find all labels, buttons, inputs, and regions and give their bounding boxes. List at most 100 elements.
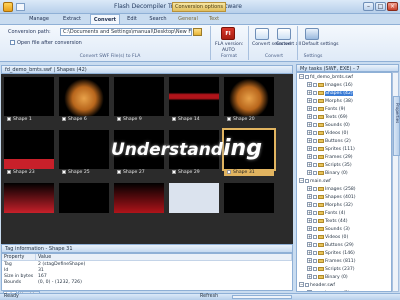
tree-item[interactable]: + Fonts (4) bbox=[307, 210, 345, 218]
tree-file-node[interactable]: − fd_demo_bmts.swf bbox=[299, 74, 353, 82]
properties-side-tab[interactable]: Properties bbox=[393, 96, 400, 156]
expand-icon[interactable]: + bbox=[307, 250, 312, 255]
expand-icon[interactable]: + bbox=[307, 258, 312, 263]
tree-item[interactable]: + Binary (0) bbox=[307, 170, 348, 178]
tree-checkbox[interactable] bbox=[313, 274, 317, 279]
expand-icon[interactable]: + bbox=[307, 170, 312, 175]
tree-file-node[interactable]: − header.swf bbox=[299, 282, 335, 290]
browse-folder-icon[interactable] bbox=[193, 28, 202, 36]
tree-checkbox[interactable] bbox=[313, 90, 317, 95]
tree-item[interactable]: + Fonts (9) bbox=[307, 106, 345, 114]
tree-checkbox[interactable] bbox=[305, 74, 309, 79]
zoom-slider[interactable] bbox=[232, 295, 292, 299]
shape-checkbox[interactable] bbox=[227, 116, 231, 121]
tab-manage[interactable]: Manage bbox=[24, 14, 54, 24]
tree-checkbox[interactable] bbox=[313, 226, 317, 231]
expand-icon[interactable]: + bbox=[307, 138, 312, 143]
expand-icon[interactable]: + bbox=[307, 146, 312, 151]
shape-checkbox[interactable] bbox=[62, 116, 66, 121]
shape-thumbnail[interactable]: Shape 23 bbox=[4, 130, 54, 177]
expand-icon[interactable]: + bbox=[307, 234, 312, 239]
tree-item[interactable]: + Scripts (237) bbox=[307, 266, 355, 274]
expand-icon[interactable]: + bbox=[307, 290, 312, 291]
tree-item[interactable]: + Frames (29) bbox=[307, 154, 353, 162]
shape-checkbox[interactable] bbox=[7, 116, 11, 121]
tree-checkbox[interactable] bbox=[313, 202, 317, 207]
expand-icon[interactable]: + bbox=[307, 194, 312, 199]
expand-icon[interactable]: + bbox=[307, 210, 312, 215]
expand-icon[interactable]: + bbox=[307, 154, 312, 159]
shape-thumbnail[interactable] bbox=[114, 183, 164, 213]
tree-item[interactable]: + Morphs (32) bbox=[307, 202, 353, 210]
collapse-icon[interactable]: − bbox=[299, 178, 304, 183]
table-header-property[interactable]: Property bbox=[2, 254, 36, 261]
tree-item[interactable]: + Shapes (42) bbox=[307, 90, 353, 98]
context-tab-conversion-options[interactable]: Conversion options bbox=[172, 2, 226, 12]
tree-checkbox[interactable] bbox=[313, 162, 317, 167]
convert-all-icon[interactable] bbox=[277, 28, 291, 40]
expand-icon[interactable]: + bbox=[307, 266, 312, 271]
expand-icon[interactable]: + bbox=[307, 242, 312, 247]
collapse-icon[interactable]: − bbox=[299, 74, 304, 79]
tree-item[interactable]: + Sounds (0) bbox=[307, 122, 350, 130]
maximize-button[interactable]: □ bbox=[375, 2, 386, 11]
convert-selected-icon[interactable] bbox=[255, 28, 269, 40]
default-settings-button[interactable]: Default settings bbox=[302, 42, 339, 47]
expand-icon[interactable]: + bbox=[307, 122, 312, 127]
tree-checkbox[interactable] bbox=[305, 282, 309, 287]
expand-icon[interactable]: + bbox=[307, 82, 312, 87]
tab-edit[interactable]: Edit bbox=[122, 14, 142, 24]
tree-checkbox[interactable] bbox=[305, 178, 309, 183]
tree-item[interactable]: + Shapes (401) bbox=[307, 194, 356, 202]
tree-item[interactable]: + Texts (69) bbox=[307, 114, 348, 122]
tree-item[interactable]: + Buttons (2) bbox=[307, 138, 351, 146]
tree-item[interactable]: + Images (258) bbox=[307, 186, 356, 194]
tree-checkbox[interactable] bbox=[313, 122, 317, 127]
expand-icon[interactable]: + bbox=[307, 130, 312, 135]
tree-checkbox[interactable] bbox=[313, 170, 317, 175]
tab-extract[interactable]: Extract bbox=[58, 14, 86, 24]
shape-thumbnail[interactable] bbox=[59, 183, 109, 213]
tree-checkbox[interactable] bbox=[313, 194, 317, 199]
tree-item[interactable]: + Binary (0) bbox=[307, 274, 348, 282]
tree-item[interactable]: + Frames (811) bbox=[307, 258, 356, 266]
table-header-value[interactable]: Value bbox=[36, 254, 292, 261]
expand-icon[interactable]: + bbox=[307, 90, 312, 95]
app-menu-button[interactable] bbox=[3, 2, 13, 12]
tree-item[interactable]: + Sprites (146) bbox=[307, 250, 355, 258]
tree-item[interactable]: + Videos (0) bbox=[307, 130, 348, 138]
shape-checkbox[interactable] bbox=[62, 169, 66, 174]
fla-version-value[interactable]: AUTO bbox=[222, 48, 235, 53]
tree-checkbox[interactable] bbox=[313, 114, 317, 119]
tree-item[interactable]: + Videos (0) bbox=[307, 234, 348, 242]
expand-icon[interactable]: + bbox=[307, 274, 312, 279]
tree-item[interactable]: + Buttons (29) bbox=[307, 242, 354, 250]
tree-item[interactable]: + Texts (44) bbox=[307, 218, 348, 226]
tree-checkbox[interactable] bbox=[313, 210, 317, 215]
expand-icon[interactable]: + bbox=[307, 226, 312, 231]
shape-checkbox[interactable] bbox=[117, 169, 121, 174]
default-settings-icon[interactable] bbox=[305, 28, 319, 40]
tree-checkbox[interactable] bbox=[313, 186, 317, 191]
tab-search[interactable]: Search bbox=[145, 14, 171, 24]
collapse-icon[interactable]: − bbox=[299, 282, 304, 287]
tree-checkbox[interactable] bbox=[313, 218, 317, 223]
tree-checkbox[interactable] bbox=[313, 250, 317, 255]
tab-text[interactable]: Text bbox=[204, 14, 224, 24]
shape-checkbox[interactable] bbox=[172, 116, 176, 121]
shape-thumbnail[interactable]: Shape 14 bbox=[169, 77, 219, 124]
tab-general[interactable]: General bbox=[174, 14, 202, 24]
tree-item[interactable]: + Sounds (3) bbox=[307, 226, 350, 234]
quick-save-icon[interactable] bbox=[16, 3, 25, 11]
expand-icon[interactable]: + bbox=[307, 162, 312, 167]
expand-icon[interactable]: + bbox=[307, 114, 312, 119]
shape-thumbnail[interactable]: Shape 1 bbox=[4, 77, 54, 124]
open-after-conversion-checkbox[interactable] bbox=[10, 40, 15, 45]
tab-convert[interactable]: Convert bbox=[90, 14, 120, 24]
fla-icon[interactable]: Fl bbox=[221, 27, 235, 40]
shape-checkbox[interactable] bbox=[227, 169, 231, 174]
expand-icon[interactable]: + bbox=[307, 106, 312, 111]
tree-checkbox[interactable] bbox=[313, 154, 317, 159]
tree-file-node[interactable]: − main.swf bbox=[299, 178, 331, 186]
shape-thumbnail[interactable]: Shape 20 bbox=[224, 77, 274, 124]
